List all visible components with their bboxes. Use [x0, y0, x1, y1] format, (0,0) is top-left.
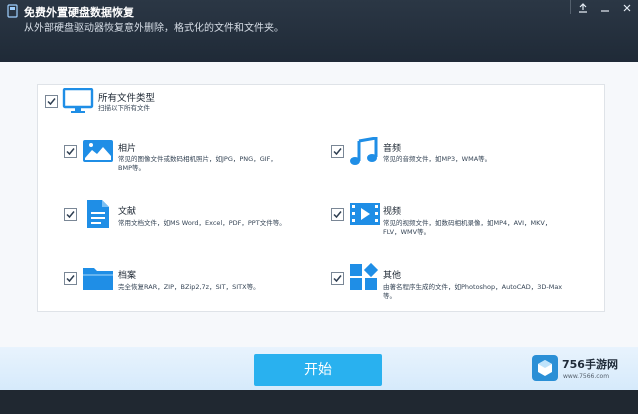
minimize-icon[interactable] [594, 0, 616, 16]
watermark-brand: 756手游网 [562, 358, 618, 371]
audio-desc-1: 常见的音频文件，如MP3，WMA等。 [383, 155, 492, 163]
window-title: 免费外置硬盘数据恢复 [24, 6, 134, 19]
app-logo-icon [7, 4, 18, 18]
video-checkbox[interactable] [331, 208, 344, 221]
file-types-panel: 所有文件类型 扫描以下所有文件 相片 常见的图像文件或数码相机照片，如JPG，P… [37, 84, 605, 312]
other-label: 其他 [383, 271, 402, 281]
other-desc-1: 由著名程序生成的文件，如Photoshop，AutoCAD，3D-Max [383, 283, 563, 291]
title-separator [570, 0, 571, 14]
close-icon[interactable] [616, 0, 638, 16]
video-desc-1: 常见的视频文件，如数码相机录像，如MP4，AVI，MKV， [383, 219, 552, 227]
docs-checkbox[interactable] [64, 208, 77, 221]
watermark-logo-icon [532, 355, 558, 381]
all-types-subtitle: 扫描以下所有文件 [98, 104, 150, 112]
other-icon [350, 263, 379, 290]
archive-desc-1: 完全恢复RAR，ZIP，BZip2,7z，SIT，SITX等。 [118, 283, 260, 291]
document-icon [87, 200, 109, 228]
photos-desc-2: BMP等。 [118, 164, 145, 172]
audio-checkbox[interactable] [331, 145, 344, 158]
music-icon [350, 137, 378, 165]
footer-bar [0, 390, 638, 414]
archive-checkbox[interactable] [64, 272, 77, 285]
upload-icon[interactable] [572, 0, 594, 16]
video-icon [350, 203, 380, 225]
all-types-checkbox[interactable] [45, 95, 58, 108]
window-subtitle: 从外部硬盘驱动器恢复意外删除，格式化的文件和文件夹。 [24, 23, 284, 34]
video-desc-2: FLV，WMV等。 [383, 228, 431, 236]
docs-label: 文献 [118, 207, 137, 217]
start-button[interactable]: 开始 [254, 354, 382, 386]
window-controls [572, 0, 638, 16]
archive-label: 档案 [118, 271, 137, 281]
watermark-url: www.7566.com [563, 373, 610, 380]
docs-desc-1: 常用文档文件，如MS Word，Excel，PDF，PPT文件等。 [118, 219, 286, 227]
photos-label: 相片 [118, 144, 137, 154]
other-checkbox[interactable] [331, 272, 344, 285]
audio-label: 音频 [383, 144, 402, 154]
photo-icon [83, 140, 113, 162]
other-desc-2: 等。 [383, 292, 396, 300]
video-label: 视频 [383, 207, 402, 217]
main-area: 所有文件类型 扫描以下所有文件 相片 常见的图像文件或数码相机照片，如JPG，P… [0, 62, 638, 347]
monitor-icon [62, 88, 94, 113]
title-bar: 免费外置硬盘数据恢复 从外部硬盘驱动器恢复意外删除，格式化的文件和文件夹。 [0, 0, 638, 62]
photos-desc-1: 常见的图像文件或数码相机照片，如JPG，PNG，GIF， [118, 155, 277, 163]
photos-checkbox[interactable] [64, 145, 77, 158]
all-types-title: 所有文件类型 [98, 93, 156, 104]
folder-icon [83, 268, 113, 290]
